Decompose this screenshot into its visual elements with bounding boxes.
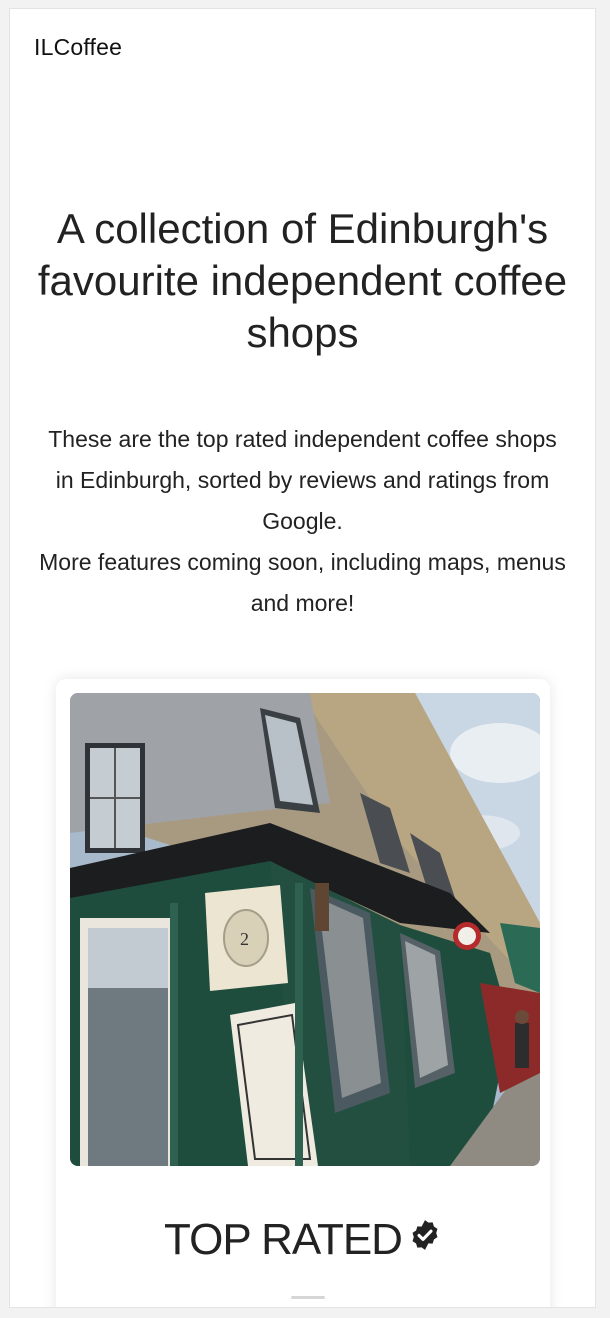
card-divider (291, 1296, 325, 1299)
top-rated-heading: TOP RATED (56, 1215, 550, 1267)
shop-photo-illustration: 2 (70, 693, 540, 1166)
intro-text: These are the top rated independent coff… (38, 419, 567, 624)
brand-logo-text[interactable]: ILCoffee (34, 34, 122, 61)
svg-text:2: 2 (240, 929, 249, 949)
page-title: A collection of Edinburgh's favourite in… (37, 205, 568, 356)
top-rated-label: TOP RATED (164, 1215, 403, 1264)
featured-shop-card[interactable]: 2 TOP RATED (56, 679, 550, 1307)
shop-photo: 2 (70, 693, 540, 1166)
intro-paragraph: More features coming soon, including map… (39, 549, 566, 616)
page-frame: ILCoffee A collection of Edinburgh's fav… (9, 8, 596, 1308)
intro-paragraph: These are the top rated independent coff… (48, 426, 557, 534)
verified-badge-icon (408, 1213, 442, 1263)
